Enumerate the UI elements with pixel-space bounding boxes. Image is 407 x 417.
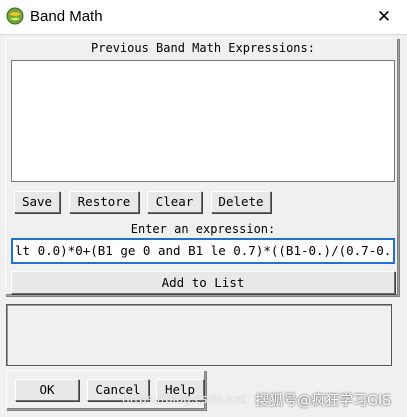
close-icon[interactable]: ✕ [361,0,407,34]
restore-button[interactable]: Restore [69,191,139,213]
status-box [6,304,392,366]
window-title: Band Math [30,8,103,25]
delete-button[interactable]: Delete [211,191,271,213]
watermark-url: https://blog.csdn.net [122,392,247,406]
enter-expression-label: Enter an expression: [130,222,276,236]
expression-input[interactable]: lt 0.0)*0+(B1 ge 0 and B1 le 0.7)*((B1-0… [11,238,395,264]
expression-panel: Previous Band Math Expressions: Save Res… [5,38,399,296]
previous-expressions-list[interactable] [11,60,395,182]
clear-button[interactable]: Clear [147,191,202,213]
ok-button[interactable]: OK [15,379,79,401]
save-button[interactable]: Save [14,191,60,213]
previous-expressions-label: Previous Band Math Expressions: [91,41,315,55]
watermark: 搜狐号@疯狂学习GIS [255,393,391,409]
envi-globe-icon [6,7,24,25]
title-bar: Band Math ✕ [0,0,407,35]
add-to-list-button[interactable]: Add to List [11,271,395,294]
